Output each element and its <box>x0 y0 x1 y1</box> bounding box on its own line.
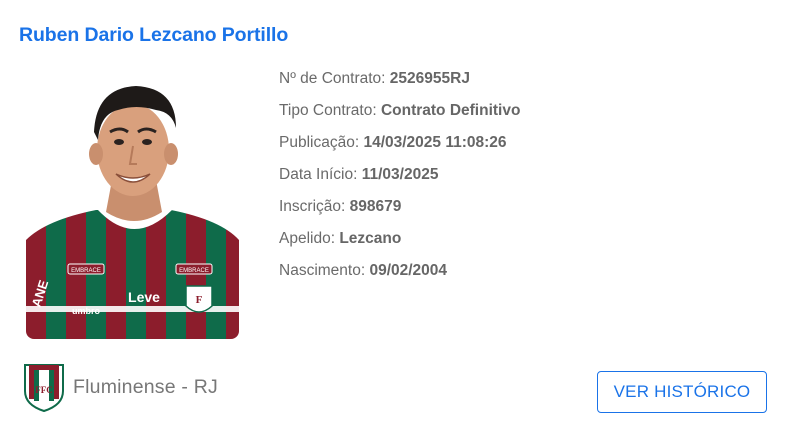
detail-contract-type: Tipo Contrato: Contrato Definitivo <box>279 101 520 133</box>
detail-birth-date: Nascimento: 09/02/2004 <box>279 261 520 293</box>
detail-value: 2526955RJ <box>389 70 470 87</box>
detail-registration: Inscrição: 898679 <box>279 197 520 229</box>
detail-label: Publicação: <box>279 134 364 151</box>
crest-letters: FFC <box>35 385 53 395</box>
detail-nickname: Apelido: Lezcano <box>279 229 520 261</box>
contract-details: Nº de Contrato: 2526955RJ Tipo Contrato:… <box>279 69 520 293</box>
detail-value: Lezcano <box>339 230 402 247</box>
club-name: Fluminense - RJ <box>73 375 218 398</box>
detail-value: Contrato Definitivo <box>380 102 521 119</box>
player-photo-illustration: EMBRACE EMBRACE umbro Leve F ANE <box>26 70 239 339</box>
detail-publication: Publicação: 14/03/2025 11:08:26 <box>279 133 520 165</box>
detail-label: Inscrição: <box>279 198 350 215</box>
detail-label: Nº de Contrato: <box>279 70 390 87</box>
detail-value: 09/02/2004 <box>369 262 448 279</box>
photo-chest-sponsor: Leve <box>128 289 160 305</box>
svg-text:F: F <box>196 294 203 306</box>
player-photo: EMBRACE EMBRACE umbro Leve F ANE <box>26 70 239 339</box>
club-info: FFC Fluminense - RJ <box>22 361 218 413</box>
detail-value: 11/03/2025 <box>361 166 439 183</box>
player-name[interactable]: Ruben Dario Lezcano Portillo <box>19 24 288 47</box>
photo-sponsor-right: EMBRACE <box>179 268 209 274</box>
detail-label: Nascimento: <box>279 262 370 279</box>
fluminense-crest-icon: FFC <box>24 364 64 413</box>
view-history-button[interactable]: VER HISTÓRICO <box>597 371 767 413</box>
photo-sponsor-left: EMBRACE <box>71 268 101 274</box>
detail-label: Data Início: <box>279 166 362 183</box>
photo-brand: umbro <box>72 306 101 316</box>
detail-label: Apelido: <box>279 230 340 247</box>
detail-label: Tipo Contrato: <box>279 102 381 119</box>
detail-value: 14/03/2025 11:08:26 <box>363 134 507 151</box>
player-contract-card: Ruben Dario Lezcano Portillo EMBRACE EMB… <box>0 0 792 440</box>
detail-contract-number: Nº de Contrato: 2526955RJ <box>279 69 520 101</box>
detail-value: 898679 <box>349 198 402 215</box>
detail-start-date: Data Início: 11/03/2025 <box>279 165 520 197</box>
